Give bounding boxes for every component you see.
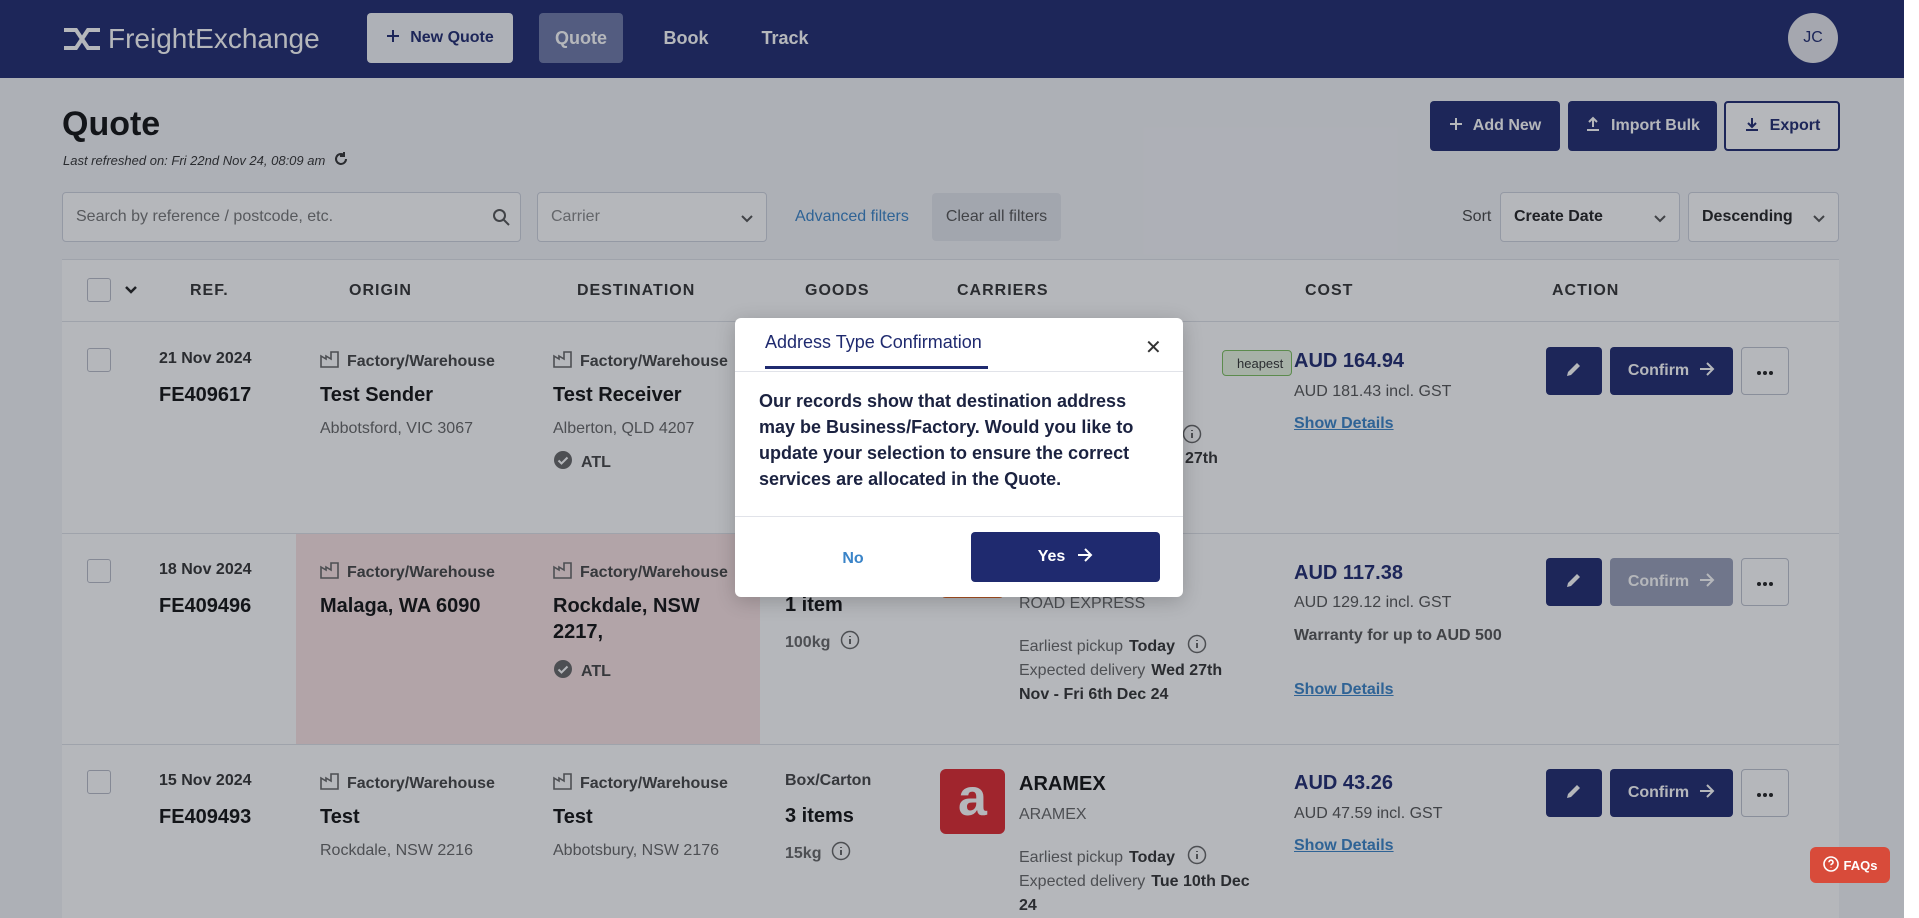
dialog-message: Our records show that destination addres… bbox=[759, 391, 1134, 489]
faqs-label: FAQs bbox=[1843, 857, 1878, 873]
arrow-right-icon bbox=[1077, 547, 1093, 567]
address-type-dialog: Address Type Confirmation ✕ Our records … bbox=[735, 318, 1183, 597]
faqs-button[interactable]: FAQs bbox=[1810, 847, 1890, 883]
yes-label: Yes bbox=[1037, 548, 1066, 565]
dialog-divider bbox=[735, 516, 1183, 517]
no-button[interactable]: No bbox=[759, 534, 947, 584]
dialog-divider bbox=[735, 371, 1183, 372]
help-circle-icon bbox=[1822, 855, 1839, 875]
dialog-title: Address Type Confirmation bbox=[765, 332, 988, 369]
yes-button[interactable]: Yes bbox=[971, 532, 1160, 582]
page-scrollbar[interactable] bbox=[1904, 0, 1919, 918]
close-icon[interactable]: ✕ bbox=[1145, 335, 1162, 360]
